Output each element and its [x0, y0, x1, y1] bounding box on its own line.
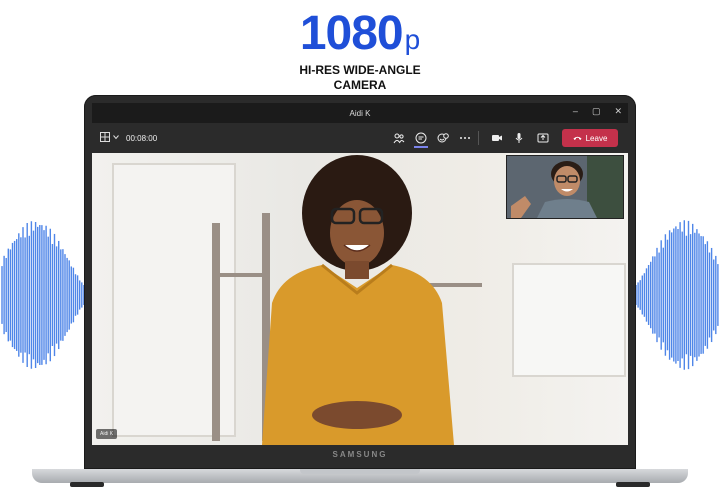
headline: 1080 p HI-RES WIDE-ANGLE CAMERA: [0, 8, 720, 93]
laptop-screen: Aidi K – ▢ ✕ 00:08:00 Leave Aidi K: [92, 103, 628, 445]
meeting-toolbar: 00:08:00 Leave: [92, 123, 628, 153]
close-icon[interactable]: ✕: [614, 106, 622, 117]
window-title: Aidi K: [349, 109, 371, 118]
minimize-icon[interactable]: –: [573, 106, 578, 117]
self-view-participant: [507, 156, 623, 218]
window-controls: – ▢ ✕: [573, 106, 622, 117]
participant-name-tag: Aidi K: [96, 429, 118, 439]
mic-button[interactable]: [512, 131, 526, 145]
sound-wave-right-icon: [635, 220, 719, 370]
camera-icon: [492, 135, 502, 141]
self-view-video[interactable]: [506, 155, 624, 219]
laptop-lid: Aidi K – ▢ ✕ 00:08:00 Leave Aidi K SAMSU…: [84, 95, 636, 469]
chat-button[interactable]: [414, 131, 428, 148]
main-participant: [262, 155, 454, 445]
shelf-post-left: [212, 223, 220, 441]
laptop-foot-left: [70, 482, 104, 487]
more-button[interactable]: [458, 131, 472, 145]
camera-subtitle: HI-RES WIDE-ANGLE CAMERA: [0, 63, 720, 93]
laptop-notch: [300, 469, 420, 474]
share-icon: [537, 133, 549, 143]
laptop-brand: SAMSUNG: [332, 450, 388, 459]
more-icon: [460, 137, 470, 139]
layout-button[interactable]: [100, 132, 119, 142]
chat-icon: [415, 132, 427, 144]
people-icon: [393, 133, 405, 144]
chevron-down-icon: [113, 135, 119, 140]
resolution-title: 1080 p: [300, 8, 420, 60]
reactions-icon: [437, 133, 449, 143]
layout-grid-icon: [100, 132, 110, 142]
subtitle-line-1: HI-RES WIDE-ANGLE: [299, 63, 421, 77]
resolution-suffix: p: [404, 24, 421, 55]
share-button[interactable]: [536, 131, 550, 145]
laptop-foot-right: [616, 482, 650, 487]
subtitle-line-2: CAMERA: [333, 78, 387, 92]
camera-button[interactable]: [490, 131, 504, 145]
mic-icon: [515, 133, 523, 143]
resolution-number: 1080: [299, 7, 404, 60]
reactions-button[interactable]: [436, 131, 450, 145]
maximize-icon[interactable]: ▢: [592, 106, 601, 117]
leave-label: Leave: [585, 133, 608, 143]
main-video: Aidi K: [92, 153, 628, 445]
background-window: [512, 263, 626, 377]
window-titlebar: Aidi K – ▢ ✕: [92, 103, 628, 123]
sound-wave-left-icon: [1, 221, 85, 369]
phone-icon: [573, 136, 582, 140]
toolbar-divider: [478, 131, 479, 145]
leave-button[interactable]: Leave: [562, 129, 618, 147]
meeting-timer: 00:08:00: [126, 134, 158, 143]
people-button[interactable]: [392, 131, 406, 145]
